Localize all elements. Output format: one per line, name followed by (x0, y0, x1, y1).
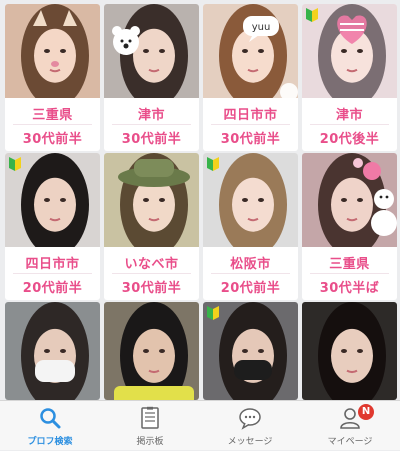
card-divider (112, 124, 191, 125)
profile-grid: 三重県 30代前半 津市 30代前半 yuu 四日市市 30代前半 津市 20代後半 四日市市 20… (0, 0, 400, 400)
tab-profile-search[interactable]: プロフ検索 (0, 401, 100, 451)
notification-badge: N (358, 404, 374, 420)
profile-card[interactable] (302, 302, 397, 400)
profile-photo (5, 302, 100, 400)
profile-photo (104, 153, 199, 247)
profile-photo (104, 302, 199, 400)
card-divider (13, 124, 92, 125)
profile-photo (5, 4, 100, 98)
profile-card[interactable]: 津市 30代前半 (104, 4, 199, 151)
profile-photo (104, 4, 199, 98)
profile-area: 四日市市 (223, 108, 278, 123)
profile-card[interactable]: いなべ市 30代前半 (104, 153, 199, 300)
card-divider (310, 273, 389, 274)
card-divider (310, 124, 389, 125)
tab-label: プロフ検索 (27, 437, 73, 447)
tab-mypage[interactable]: N マイページ (300, 401, 400, 451)
profile-card[interactable]: 三重県 30代半ば (302, 153, 397, 300)
tab-message[interactable]: メッセージ (200, 401, 300, 451)
card-divider (112, 273, 191, 274)
profile-area: 松阪市 (230, 257, 271, 272)
profile-age: 30代前半 (121, 132, 182, 147)
card-divider (211, 124, 290, 125)
profile-area: いなべ市 (124, 257, 179, 272)
profile-card[interactable] (203, 302, 298, 400)
profile-photo (5, 153, 100, 247)
profile-area: 三重県 (32, 108, 73, 123)
profile-area: 津市 (335, 108, 363, 123)
profile-age: 30代前半 (22, 132, 83, 147)
profile-card[interactable] (104, 302, 199, 400)
profile-photo (203, 153, 298, 247)
profile-age: 30代前半 (220, 132, 281, 147)
tab-board[interactable]: 掲示板 (100, 401, 200, 451)
profile-card[interactable]: yuu 四日市市 30代前半 (203, 4, 298, 151)
profile-card[interactable]: 三重県 30代前半 (5, 4, 100, 151)
profile-age: 20代後半 (319, 132, 380, 147)
profile-area: 津市 (137, 108, 165, 123)
card-divider (211, 273, 290, 274)
profile-card[interactable]: 津市 20代後半 (302, 4, 397, 151)
profile-age: 30代前半 (121, 281, 182, 296)
sticker-text: yuu (252, 22, 271, 33)
profile-age: 20代前半 (220, 281, 281, 296)
profile-photo (302, 4, 397, 98)
board-icon (141, 406, 159, 429)
profile-photo: yuu (203, 4, 298, 98)
profile-card[interactable]: 松阪市 20代前半 (203, 153, 298, 300)
card-divider (13, 273, 92, 274)
profile-photo (302, 153, 397, 247)
profile-card[interactable]: 四日市市 20代前半 (5, 153, 100, 300)
profile-card[interactable] (5, 302, 100, 400)
tab-label: マイページ (327, 437, 373, 447)
profile-age: 20代前半 (22, 281, 83, 296)
message-icon (239, 408, 261, 430)
search-icon (40, 408, 61, 429)
tab-label: メッセージ (227, 437, 273, 447)
profile-area: 四日市市 (25, 257, 80, 272)
profile-photo (203, 302, 298, 400)
profile-area: 三重県 (329, 257, 370, 272)
profile-age: 30代半ば (319, 281, 380, 296)
profile-photo (302, 302, 397, 400)
tab-bar: プロフ検索 掲示板 メッセージ N マイページ (0, 400, 400, 450)
tab-label: 掲示板 (136, 437, 164, 447)
